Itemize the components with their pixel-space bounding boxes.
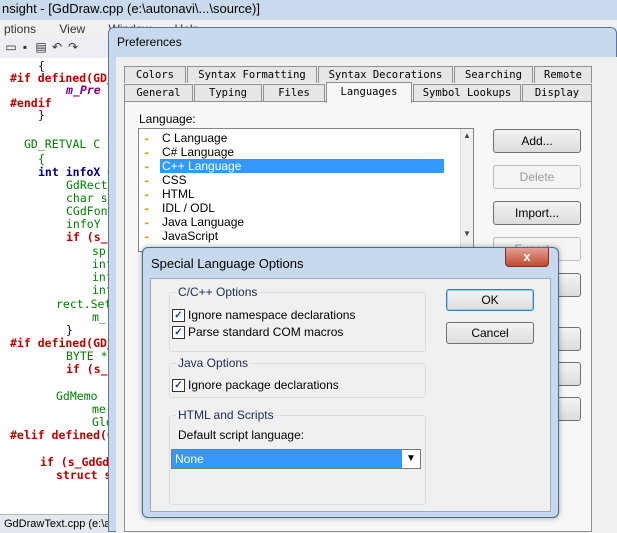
chevron-down-icon[interactable]: ▼ [402, 450, 420, 468]
language-list[interactable]: ◒ C Language ◒ C# Language ◒ C++ Language ◒… [138, 128, 474, 252]
java-options-group: Java Options ✓ Ignore package declaratio… [169, 356, 426, 398]
language-icon: ◒ [144, 133, 150, 143]
cancel-button[interactable]: Cancel [446, 322, 534, 344]
code-line: #endif [10, 96, 52, 110]
tab-searching[interactable]: Searching [454, 66, 533, 83]
tab-symbol-lookups[interactable]: Symbol Lookups [413, 84, 521, 101]
menu-options[interactable]: ptions [4, 20, 36, 38]
tab-typing[interactable]: Typing [194, 84, 262, 101]
list-item[interactable]: ◒ Java Language [141, 215, 461, 229]
paste-icon[interactable]: ▤ [34, 40, 48, 54]
select-value: None [175, 452, 204, 466]
language-label: Language: [139, 112, 196, 126]
tab-display[interactable]: Display [522, 84, 592, 101]
editor-title-bar: nsight - [GdDraw.cpp (e:\autonavi\...\so… [0, 0, 617, 20]
list-item[interactable]: ◒ JavaScript [141, 229, 461, 243]
code-line: m_Pre [66, 83, 101, 97]
language-icon: ◒ [144, 231, 150, 241]
tab-remote[interactable]: Remote [534, 66, 592, 83]
close-button[interactable]: x [505, 248, 549, 267]
list-item[interactable]: ◒ HTML [141, 187, 461, 201]
code-line: GD_RETVAL C [24, 137, 101, 151]
scroll-up-icon[interactable]: ▲ [462, 131, 472, 141]
import-button[interactable]: Import... [493, 201, 581, 225]
dialog-body: C/C++ Options ✓ Ignore namespace declara… [150, 278, 551, 512]
tab-syntax-decorations[interactable]: Syntax Decorations [318, 66, 453, 83]
checkbox-label: Ignore namespace declarations [188, 308, 356, 322]
language-icon: ◒ [144, 189, 150, 199]
menu-view[interactable]: View [59, 20, 85, 38]
tab-languages[interactable]: Languages [326, 82, 412, 103]
tab-files[interactable]: Files [263, 84, 325, 101]
code-line: #elif defined(GD [10, 428, 121, 442]
list-item-selected[interactable]: ◒ C++ Language [141, 159, 461, 173]
add-button[interactable]: Add... [493, 129, 581, 153]
list-item[interactable]: ◒ C# Language [141, 145, 461, 159]
redo-icon[interactable]: ↷ [66, 40, 80, 54]
dialog-title: Special Language Options [151, 256, 304, 271]
group-title: Java Options [176, 356, 251, 370]
code-line: } [38, 108, 45, 122]
group-title: C/C++ Options [176, 285, 260, 299]
language-icon: ◒ [144, 203, 150, 213]
language-icon: ◒ [144, 147, 150, 157]
list-item[interactable]: ◒ C Language [141, 131, 461, 145]
language-icon: ◒ [144, 161, 150, 171]
group-title: HTML and Scripts [176, 408, 276, 422]
special-language-options-dialog: Special Language Options x C/C++ Options… [142, 247, 559, 518]
ok-button[interactable]: OK [446, 289, 534, 311]
script-language-select[interactable]: None ▼ [171, 449, 421, 469]
cpp-options-group: C/C++ Options ✓ Ignore namespace declara… [169, 285, 426, 352]
checkmark-icon[interactable]: ✓ [172, 326, 185, 339]
checkbox-label: Ignore package declarations [188, 378, 339, 392]
preferences-title: Preferences [117, 35, 182, 49]
delete-button[interactable]: Delete [493, 165, 581, 189]
list-item[interactable]: ◒ CSS [141, 173, 461, 187]
checkbox-label: Parse standard COM macros [188, 325, 344, 339]
list-scrollbar[interactable]: ▲ ▼ [460, 129, 473, 251]
undo-icon[interactable]: ↶ [50, 40, 64, 54]
script-language-label: Default script language: [178, 428, 305, 442]
tab-colors[interactable]: Colors [124, 66, 186, 83]
checkmark-icon[interactable]: ✓ [172, 309, 185, 322]
scroll-down-icon[interactable]: ▼ [462, 229, 472, 239]
tab-general[interactable]: General [124, 84, 193, 101]
tab-syntax-formatting[interactable]: Syntax Formatting [187, 66, 317, 83]
save-icon[interactable]: ▪ [18, 40, 32, 54]
language-icon: ◒ [144, 175, 150, 185]
open-icon[interactable]: ▭ [4, 40, 18, 54]
code-line: m_ [92, 310, 106, 324]
list-item[interactable]: ◒ IDL / ODL [141, 201, 461, 215]
language-icon: ◒ [144, 217, 150, 227]
close-icon: x [523, 249, 531, 264]
checkmark-icon[interactable]: ✓ [172, 379, 185, 392]
